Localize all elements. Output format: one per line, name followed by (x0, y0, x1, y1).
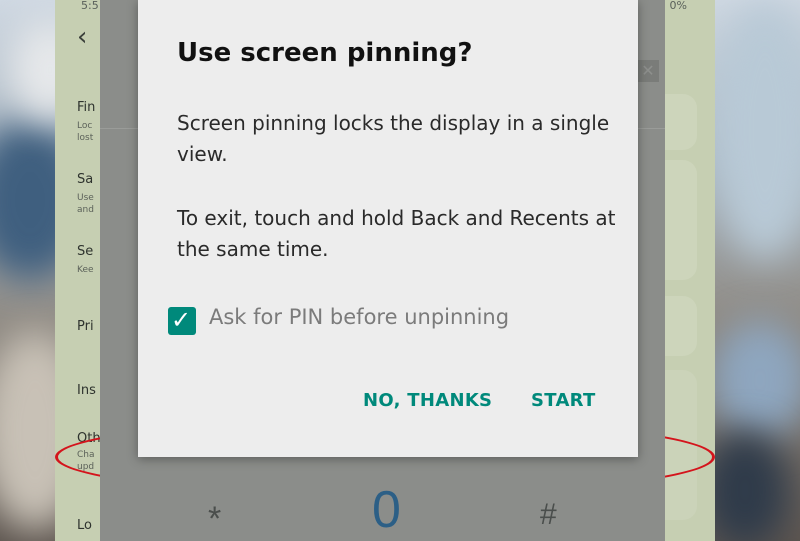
pin-checkbox-label: Ask for PIN before unpinning (209, 305, 510, 329)
dialog-body-text: To exit, touch and hold Back and Recents… (177, 206, 616, 261)
close-icon: ✕ (637, 60, 659, 82)
settings-item-subtitle: Kee (77, 265, 94, 275)
status-time: 5:5 (81, 0, 99, 12)
dialog-body-text: Screen pinning locks the display in a si… (177, 111, 610, 166)
no-thanks-button[interactable]: NO, THANKS (363, 390, 492, 411)
checkbox-checked-icon[interactable]: ✓ (168, 306, 196, 335)
settings-item-subtitle: Loc (77, 121, 93, 131)
dial-keypad: * 0 # (100, 470, 665, 541)
settings-item-title: Ins (77, 383, 96, 398)
settings-item-subtitle: Use (77, 193, 94, 203)
battery-level: 0% (669, 0, 687, 12)
settings-item-subtitle: and (77, 205, 94, 215)
settings-item-subtitle: lost (77, 133, 94, 143)
settings-item-title: Se (77, 244, 94, 259)
screen-pinning-dialog: Use screen pinning? Screen pinning locks… (138, 0, 638, 457)
dialog-title: Use screen pinning? (177, 38, 473, 68)
settings-item-title: Sa (77, 172, 94, 187)
keypad-star-key[interactable]: * (208, 500, 221, 539)
keypad-hash-key[interactable]: # (540, 498, 557, 532)
settings-item-title: Pri (77, 319, 94, 334)
settings-item-title: Lo (77, 518, 92, 533)
pin-checkbox-row[interactable]: ✓ Ask for PIN before unpinning (168, 303, 618, 339)
back-arrow-icon[interactable]: ‹ (77, 22, 101, 52)
start-button[interactable]: START (531, 390, 596, 411)
keypad-zero-key[interactable]: 0 (372, 480, 401, 540)
settings-item-title: Fin (77, 100, 96, 115)
